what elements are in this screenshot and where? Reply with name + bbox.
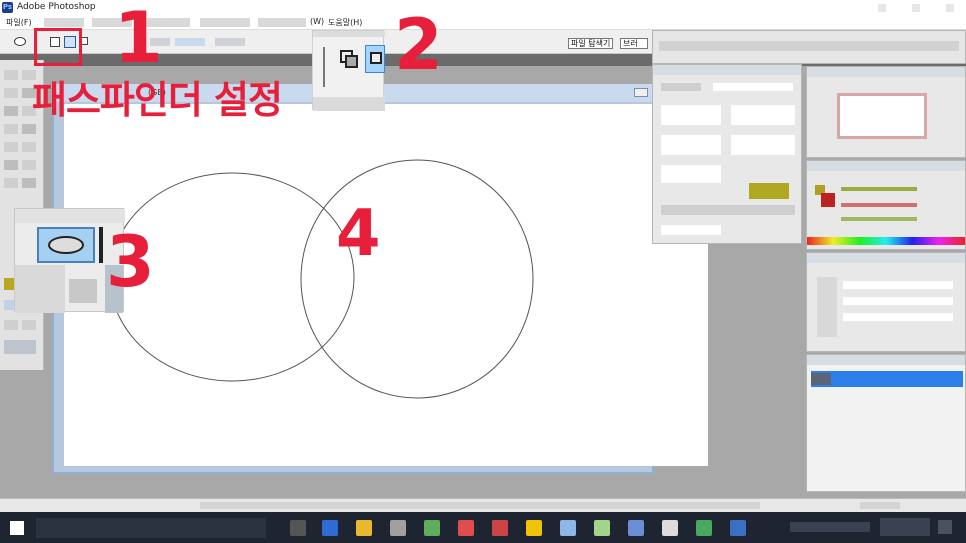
selected-layer-row[interactable] (811, 371, 963, 387)
ellipse-tool-icon[interactable] (14, 37, 26, 46)
annotation-number-1: 1 (114, 0, 163, 79)
intersect-icon[interactable] (365, 45, 385, 73)
navigator-preview (837, 93, 927, 139)
taskbar-app-icon[interactable] (322, 520, 338, 536)
taskbar-app-icon[interactable] (356, 520, 372, 536)
window-title: Adobe Photoshop (17, 2, 96, 12)
ellipse-tool-icon[interactable] (37, 227, 95, 263)
taskbar-app-icon[interactable] (526, 520, 542, 536)
tab-brushes[interactable]: 브러쉬 (620, 38, 648, 49)
menu-item-blurred[interactable] (258, 18, 306, 27)
menu-item-blurred[interactable] (200, 18, 250, 27)
menu-help[interactable]: 도움말(H) (328, 17, 362, 28)
exclude-overlap-icon[interactable] (337, 47, 361, 71)
taskbar-app-icon[interactable] (458, 520, 474, 536)
info-panel (652, 64, 802, 244)
photoshop-logo-icon: Ps (2, 2, 13, 13)
zoom-inset-pathfinder (312, 30, 385, 111)
status-bar (0, 498, 966, 512)
taskbar-app-icon[interactable] (730, 520, 746, 536)
annotation-box-1 (34, 28, 82, 66)
menu-window[interactable]: (W) (310, 17, 324, 26)
annotation-number-3: 3 (106, 221, 155, 303)
minimize-button[interactable] (878, 4, 886, 12)
taskbar-app-icon[interactable] (696, 520, 712, 536)
system-tray[interactable] (790, 522, 870, 532)
annotation-number-4: 4 (336, 197, 381, 271)
taskbar-app-icon[interactable] (628, 520, 644, 536)
taskbar-app-icon[interactable] (662, 520, 678, 536)
annotation-caption: 패스파인더 설정 (32, 78, 283, 122)
notification-icon[interactable] (938, 520, 952, 534)
layers-panel (806, 354, 966, 492)
taskbar-search-box[interactable] (36, 518, 266, 538)
history-panel (806, 252, 966, 352)
document-minimize-button[interactable] (634, 88, 648, 97)
layer-thumbnail (811, 373, 831, 385)
windows-start-icon[interactable] (10, 521, 24, 535)
close-button[interactable] (946, 4, 954, 12)
taskbar-app-icon[interactable] (424, 520, 440, 536)
ellipse-paths (109, 159, 534, 399)
color-panel (806, 160, 966, 250)
taskbar-clock[interactable] (880, 518, 930, 536)
taskbar-app-icon[interactable] (560, 520, 576, 536)
taskbar-app-icon[interactable] (594, 520, 610, 536)
taskbar-app-icon[interactable] (290, 520, 306, 536)
taskbar-app-icon[interactable] (390, 520, 406, 536)
tab-file-browser[interactable]: 파일 탐색기 (568, 38, 614, 49)
option-control-blurred[interactable] (175, 38, 205, 46)
palette-well (652, 30, 966, 64)
maximize-button[interactable] (912, 4, 920, 12)
menu-item-blurred[interactable] (44, 18, 84, 27)
navigator-panel (806, 66, 966, 158)
menu-file[interactable]: 파일(F) (6, 17, 32, 28)
canvas[interactable] (64, 104, 708, 466)
annotation-number-2: 2 (394, 4, 443, 86)
option-control-blurred[interactable] (215, 38, 245, 46)
taskbar-app-icon[interactable] (492, 520, 508, 536)
